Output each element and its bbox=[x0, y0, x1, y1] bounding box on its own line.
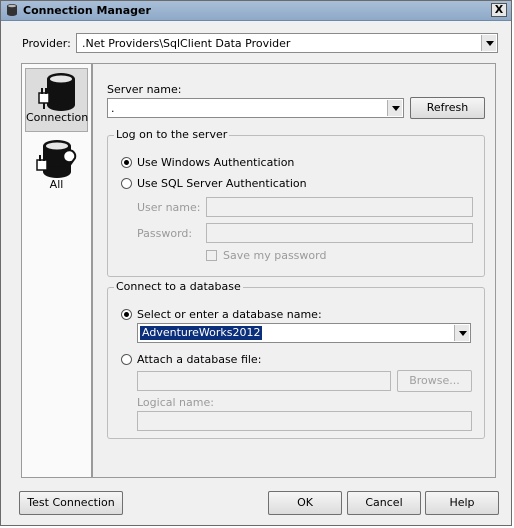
logical-name-field bbox=[137, 411, 472, 431]
attach-file-field bbox=[137, 371, 391, 391]
page-selector-panel: Connection All bbox=[21, 63, 92, 478]
nav-label-all: All bbox=[49, 178, 64, 191]
window-title: Connection Manager bbox=[23, 4, 151, 17]
database-group-title: Connect to a database bbox=[114, 280, 243, 293]
server-name-value: . bbox=[111, 102, 115, 115]
attach-db-radio[interactable] bbox=[121, 354, 132, 365]
server-name-dropdown[interactable]: . bbox=[107, 98, 404, 118]
nav-item-all[interactable]: All bbox=[25, 136, 88, 198]
close-button[interactable]: X bbox=[491, 3, 507, 17]
save-password-label: Save my password bbox=[223, 249, 327, 262]
password-label: Password: bbox=[137, 227, 193, 240]
browse-button: Browse... bbox=[397, 370, 472, 392]
refresh-button[interactable]: Refresh bbox=[410, 97, 485, 119]
database-name-dropdown[interactable]: AdventureWorks2012 bbox=[137, 323, 471, 343]
username-label: User name: bbox=[137, 201, 201, 214]
provider-value: .Net Providers\SqlClient Data Provider bbox=[82, 37, 291, 50]
attach-db-label[interactable]: Attach a database file: bbox=[137, 353, 261, 366]
nav-label-connection: Connection bbox=[26, 111, 89, 124]
app-icon bbox=[7, 4, 17, 16]
database-plug-icon bbox=[37, 73, 75, 111]
logon-groupbox: Log on to the server Use Windows Authent… bbox=[107, 128, 485, 277]
logon-group-title: Log on to the server bbox=[114, 128, 230, 141]
nav-item-connection[interactable]: Connection bbox=[25, 68, 88, 132]
connection-manager-window: Connection Manager X Provider: .Net Prov… bbox=[0, 0, 512, 526]
cancel-button[interactable]: Cancel bbox=[347, 491, 421, 515]
server-name-label: Server name: bbox=[107, 83, 182, 96]
provider-dropdown[interactable]: .Net Providers\SqlClient Data Provider bbox=[76, 33, 498, 53]
database-wrench-icon bbox=[35, 140, 76, 178]
database-name-value: AdventureWorks2012 bbox=[140, 326, 263, 340]
connection-page: Server name: . Refresh Log on to the ser… bbox=[92, 63, 496, 478]
sql-auth-radio[interactable] bbox=[121, 178, 132, 189]
logical-name-label: Logical name: bbox=[137, 396, 214, 409]
windows-auth-radio[interactable] bbox=[121, 157, 132, 168]
select-db-label[interactable]: Select or enter a database name: bbox=[137, 308, 322, 321]
chevron-down-icon[interactable] bbox=[481, 35, 496, 51]
ok-button[interactable]: OK bbox=[268, 491, 342, 515]
provider-label: Provider: bbox=[22, 37, 71, 50]
title-bar: Connection Manager X bbox=[1, 1, 511, 21]
sql-auth-label[interactable]: Use SQL Server Authentication bbox=[137, 177, 307, 190]
test-connection-button[interactable]: Test Connection bbox=[19, 491, 123, 515]
save-password-checkbox bbox=[206, 250, 217, 261]
database-groupbox: Connect to a database Select or enter a … bbox=[107, 280, 485, 439]
password-field bbox=[206, 223, 473, 243]
username-field bbox=[206, 197, 473, 217]
select-db-radio[interactable] bbox=[121, 309, 132, 320]
windows-auth-label[interactable]: Use Windows Authentication bbox=[137, 156, 294, 169]
help-button[interactable]: Help bbox=[425, 491, 499, 515]
chevron-down-icon[interactable] bbox=[387, 100, 402, 116]
chevron-down-icon[interactable] bbox=[454, 325, 469, 341]
